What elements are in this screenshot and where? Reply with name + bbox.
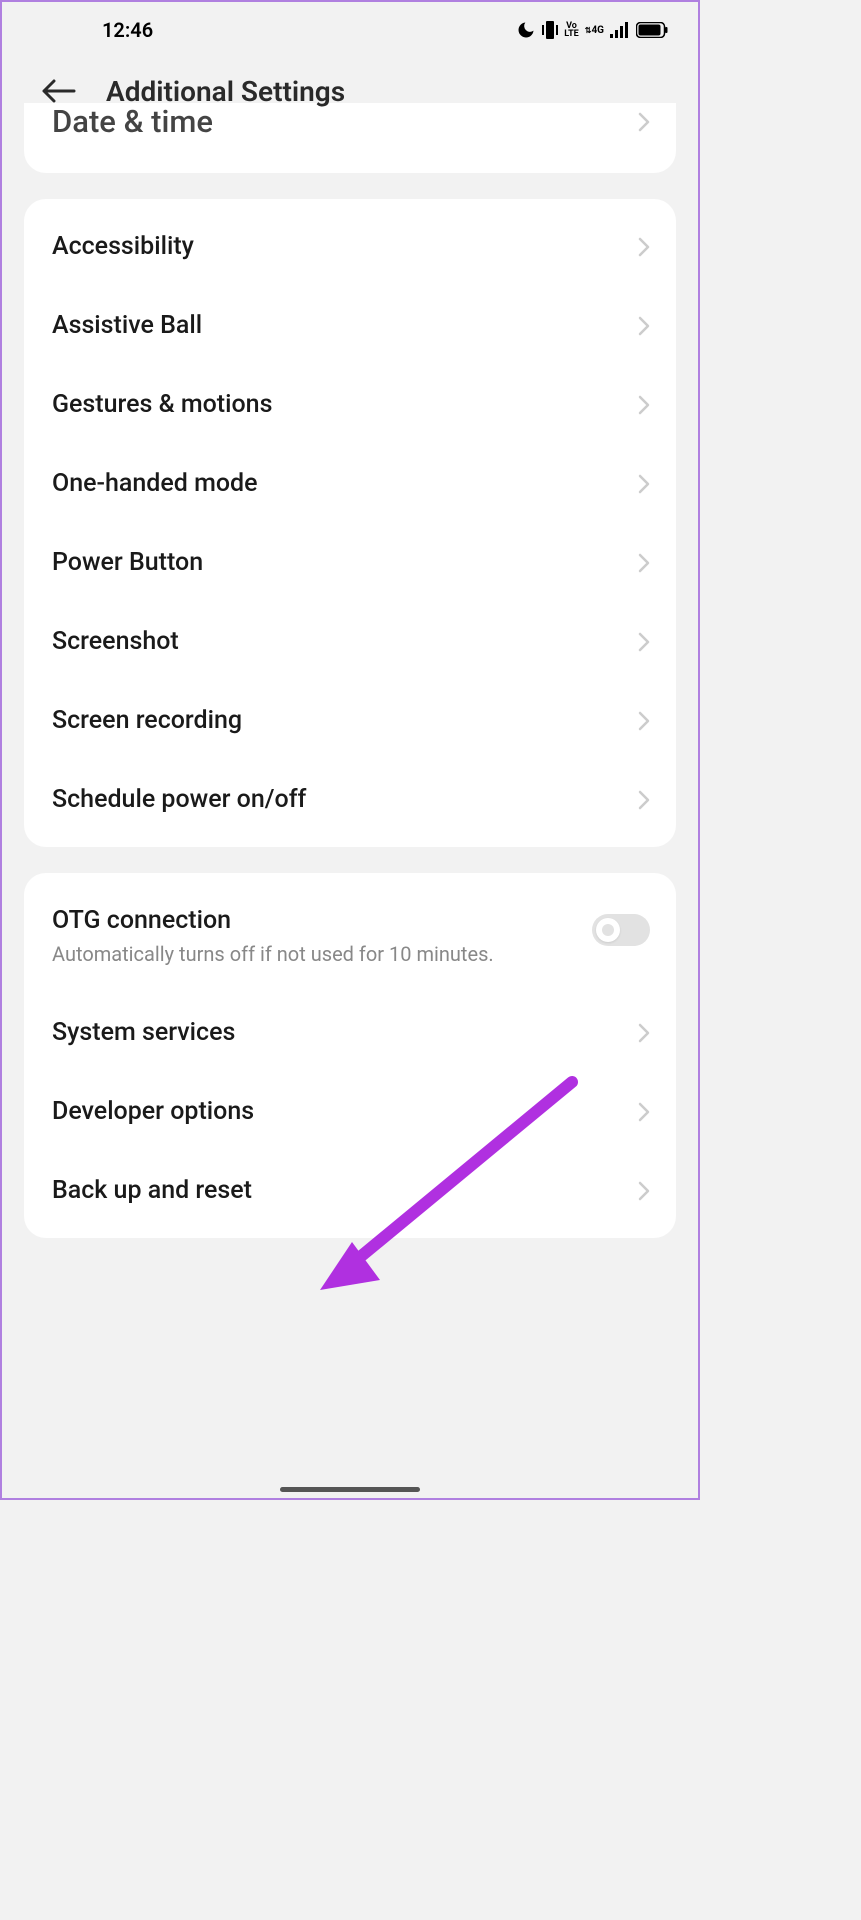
settings-group-top: Date & time xyxy=(24,103,676,173)
content-area: Date & time Accessibility Assistive Ball… xyxy=(2,103,698,1304)
row-screenshot[interactable]: Screenshot xyxy=(24,602,676,681)
arrow-left-icon xyxy=(42,79,76,103)
row-developer-options[interactable]: Developer options xyxy=(24,1072,676,1151)
row-otg[interactable]: OTG connection Automatically turns off i… xyxy=(24,881,676,993)
chevron-right-icon xyxy=(638,632,650,652)
chevron-right-icon xyxy=(638,112,650,132)
chevron-right-icon xyxy=(638,395,650,415)
row-label: Schedule power on/off xyxy=(52,785,638,814)
row-label: Screenshot xyxy=(52,627,638,656)
moon-icon xyxy=(516,20,536,40)
row-sublabel: Automatically turns off if not used for … xyxy=(52,941,592,968)
chevron-right-icon xyxy=(638,237,650,257)
row-one-handed[interactable]: One-handed mode xyxy=(24,444,676,523)
settings-group-1: Accessibility Assistive Ball Gestures & … xyxy=(24,199,676,847)
row-screen-recording[interactable]: Screen recording xyxy=(24,681,676,760)
row-gestures[interactable]: Gestures & motions xyxy=(24,365,676,444)
row-label: Developer options xyxy=(52,1097,638,1126)
row-accessibility[interactable]: Accessibility xyxy=(24,207,676,286)
chevron-right-icon xyxy=(638,790,650,810)
row-label: Accessibility xyxy=(52,232,638,261)
chevron-right-icon xyxy=(638,474,650,494)
otg-toggle[interactable] xyxy=(592,914,650,946)
status-time: 12:46 xyxy=(102,18,153,42)
row-label: One-handed mode xyxy=(52,469,638,498)
row-label: System services xyxy=(52,1018,638,1047)
row-label: Screen recording xyxy=(52,706,638,735)
chevron-right-icon xyxy=(638,1102,650,1122)
status-right: VoLTE ⇅4G xyxy=(516,20,668,40)
signal-icon xyxy=(610,22,630,38)
row-label: Power Button xyxy=(52,548,638,577)
network-label: ⇅4G xyxy=(585,25,604,36)
row-schedule-power[interactable]: Schedule power on/off xyxy=(24,760,676,839)
row-label: Date & time xyxy=(52,103,638,140)
row-label: Back up and reset xyxy=(52,1176,638,1205)
battery-icon xyxy=(636,22,668,38)
row-assistive-ball[interactable]: Assistive Ball xyxy=(24,286,676,365)
settings-group-2: OTG connection Automatically turns off i… xyxy=(24,873,676,1238)
row-label: Gestures & motions xyxy=(52,390,638,419)
chevron-right-icon xyxy=(638,711,650,731)
status-bar: 12:46 VoLTE ⇅4G xyxy=(2,2,698,54)
row-backup-reset[interactable]: Back up and reset xyxy=(24,1151,676,1230)
volte-icon: VoLTE xyxy=(564,22,579,38)
row-label: Assistive Ball xyxy=(52,311,638,340)
home-indicator[interactable] xyxy=(280,1487,420,1492)
vibrate-icon xyxy=(542,20,558,40)
chevron-right-icon xyxy=(638,1023,650,1043)
row-system-services[interactable]: System services xyxy=(24,993,676,1072)
row-label: OTG connection xyxy=(52,906,592,935)
row-date-time[interactable]: Date & time xyxy=(24,103,676,165)
chevron-right-icon xyxy=(638,316,650,336)
row-power-button[interactable]: Power Button xyxy=(24,523,676,602)
chevron-right-icon xyxy=(638,553,650,573)
chevron-right-icon xyxy=(638,1181,650,1201)
